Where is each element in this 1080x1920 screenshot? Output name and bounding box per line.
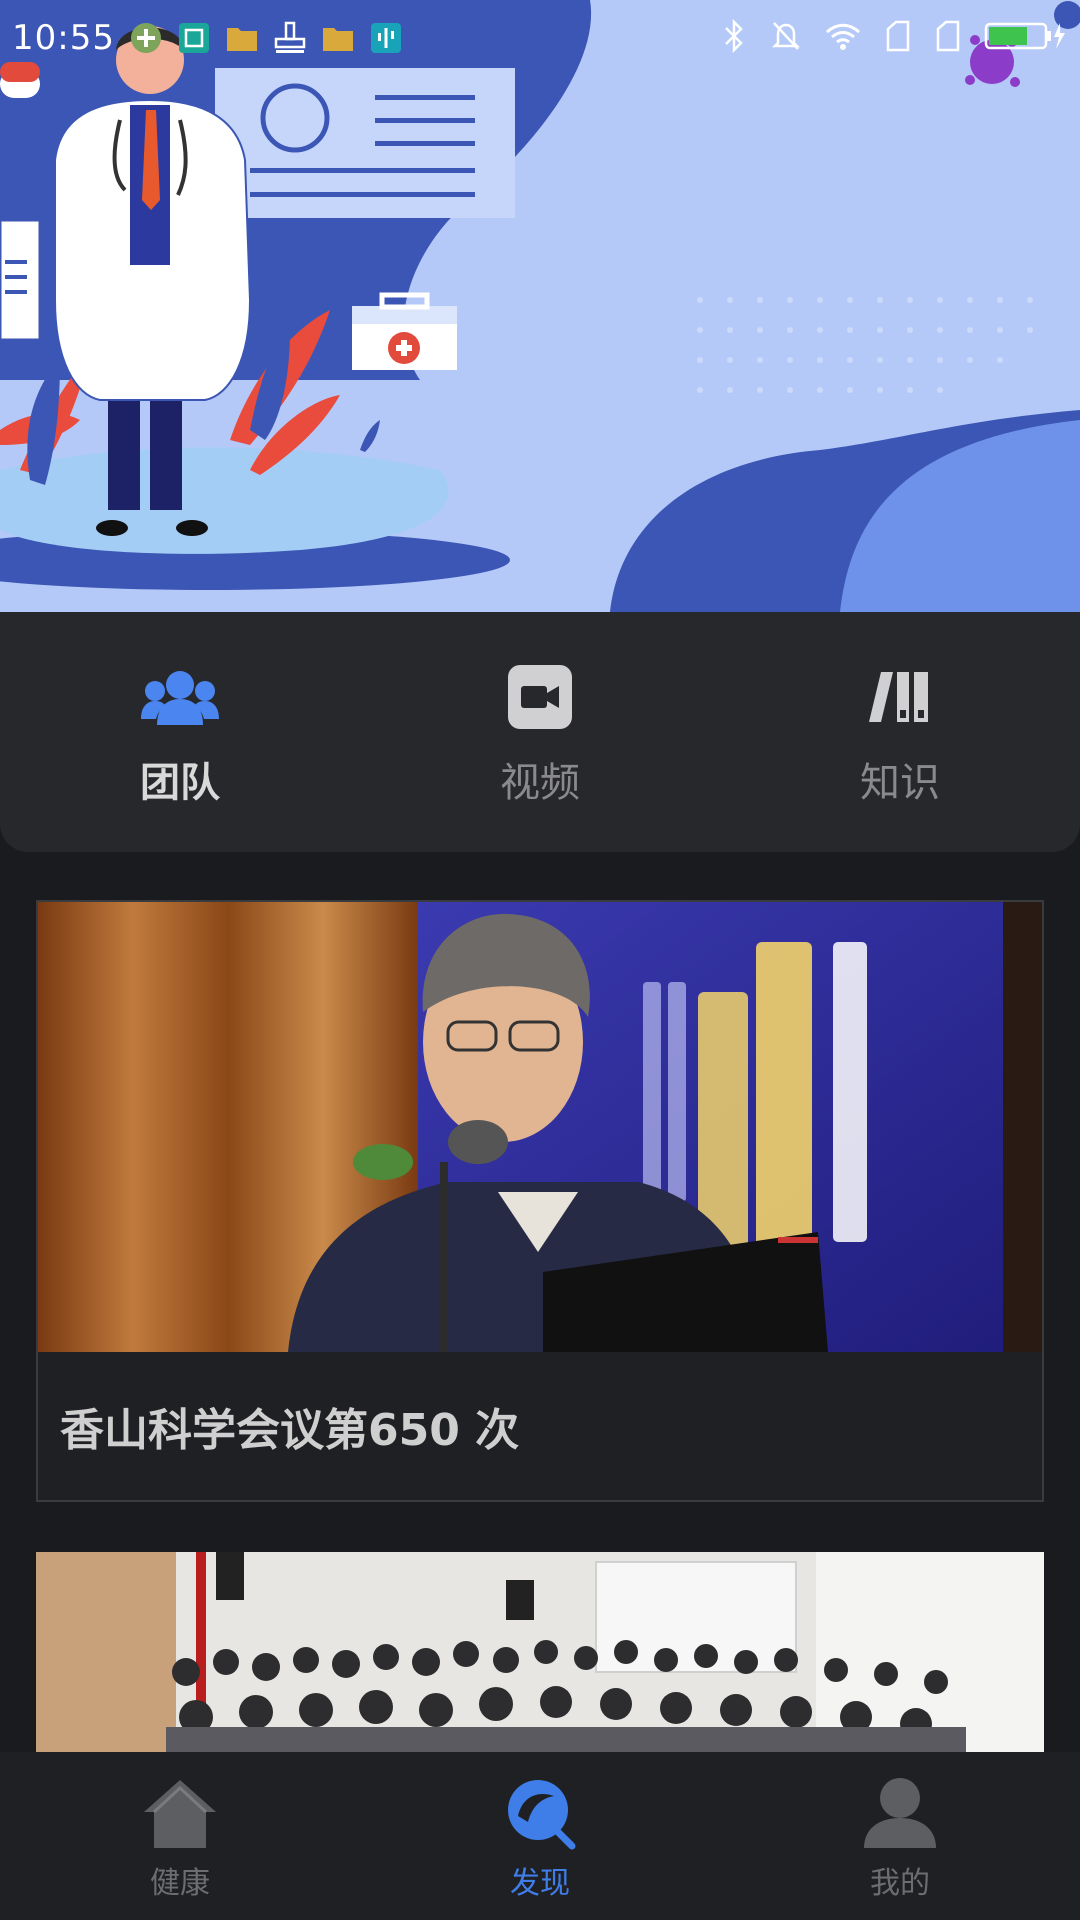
video-icon (500, 664, 580, 730)
discover-page: 10:55 团队 视频 知识 香山科学会议第650 次 健康 发现 我的 (0, 0, 1080, 1920)
bluetooth-icon (720, 18, 748, 57)
bottom-navigation: 健康 发现 我的 (0, 1752, 1080, 1920)
notification-icons (129, 21, 403, 55)
bell-off-icon (770, 19, 802, 57)
feed-card[interactable]: 香山科学会议第650 次 (36, 900, 1044, 1502)
doctor-illustration (0, 0, 1080, 612)
nav-discover[interactable]: 发现 (360, 1752, 720, 1920)
conference-audience-photo (36, 1552, 1044, 1752)
team-icon (140, 664, 220, 730)
folder-icon (225, 21, 259, 55)
wifi-icon (824, 19, 862, 57)
conference-speaker-photo (38, 902, 1042, 1352)
nav-profile-label: 我的 (870, 1866, 930, 1901)
status-bar: 10:55 (0, 0, 1080, 76)
screenshot-icon (177, 21, 211, 55)
add-circle-icon (129, 21, 163, 55)
tab-knowledge-label: 知识 (860, 760, 940, 806)
feed-card-caption: 香山科学会议第650 次 (38, 1352, 1042, 1500)
feed-card-title: 香山科学会议第650 次 (60, 1405, 520, 1456)
nav-discover-label: 发现 (510, 1866, 570, 1901)
system-icons (720, 18, 1068, 57)
tab-video-label: 视频 (500, 760, 580, 806)
feed-card[interactable] (36, 1552, 1044, 1752)
stamp-icon (273, 21, 307, 55)
status-time: 10:55 (12, 18, 115, 58)
category-tabs: 团队 视频 知识 (0, 612, 1080, 852)
tab-team-label: 团队 (140, 760, 220, 806)
tab-team[interactable]: 团队 (0, 612, 360, 852)
sim-icon (934, 19, 962, 57)
tab-video[interactable]: 视频 (360, 612, 720, 852)
profile-icon (860, 1774, 940, 1854)
sim-icon (884, 19, 912, 57)
nav-health[interactable]: 健康 (0, 1752, 360, 1920)
books-icon (860, 664, 940, 730)
folder-icon (321, 21, 355, 55)
home-icon (140, 1774, 220, 1854)
discover-icon (500, 1774, 580, 1854)
tab-knowledge[interactable]: 知识 (720, 612, 1080, 852)
battery-charging-icon (984, 19, 1068, 57)
usb-icon (369, 21, 403, 55)
nav-profile[interactable]: 我的 (720, 1752, 1080, 1920)
nav-health-label: 健康 (150, 1866, 210, 1901)
hero-banner[interactable]: 10:55 (0, 0, 1080, 612)
